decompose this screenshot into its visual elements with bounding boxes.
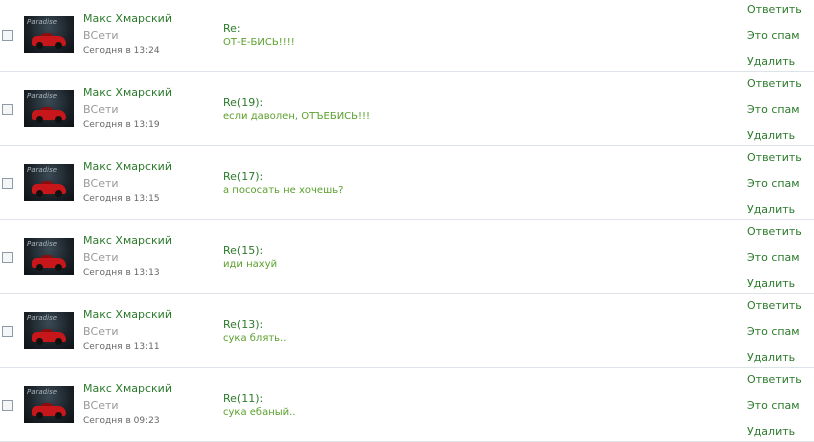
- reply-link[interactable]: Ответить: [747, 299, 802, 312]
- message-text-link[interactable]: ОТ-Е-БИСЬ!!!!: [223, 37, 295, 48]
- select-checkbox[interactable]: [2, 252, 13, 263]
- wheel-shape: [36, 264, 43, 271]
- wheel-shape: [55, 42, 62, 49]
- spam-link[interactable]: Это спам: [747, 29, 800, 42]
- message-date: Сегодня в 09:23: [83, 416, 160, 426]
- wheel-shape: [36, 116, 43, 123]
- avatar-caption: Paradise: [27, 388, 58, 396]
- online-status: ВСети: [83, 325, 119, 338]
- sender-name-link[interactable]: Макс Хмарский: [83, 382, 172, 395]
- avatar-caption: Paradise: [27, 240, 58, 248]
- message-text-link[interactable]: сука ебаный..: [223, 407, 296, 418]
- select-checkbox[interactable]: [2, 30, 13, 41]
- message-row: Paradise Макс Хмарский ВСети Сегодня в 1…: [0, 0, 814, 72]
- message-text-link[interactable]: если даволен, ОТЪЕБИСЬ!!!: [223, 111, 370, 122]
- wheel-shape: [55, 116, 62, 123]
- avatar-caption: Paradise: [27, 314, 58, 322]
- delete-link[interactable]: Удалить: [747, 351, 795, 364]
- reply-link[interactable]: Ответить: [747, 225, 802, 238]
- select-checkbox[interactable]: [2, 400, 13, 411]
- wheel-shape: [55, 338, 62, 345]
- message-subject-link[interactable]: Re(19):: [223, 96, 263, 109]
- delete-link[interactable]: Удалить: [747, 203, 795, 216]
- avatar-caption: Paradise: [27, 92, 58, 100]
- message-date: Сегодня в 13:15: [83, 194, 160, 204]
- delete-link[interactable]: Удалить: [747, 277, 795, 290]
- select-checkbox[interactable]: [2, 104, 13, 115]
- reply-link[interactable]: Ответить: [747, 373, 802, 386]
- spam-link[interactable]: Это спам: [747, 251, 800, 264]
- wheel-shape: [36, 42, 43, 49]
- delete-link[interactable]: Удалить: [747, 425, 795, 438]
- message-row: Paradise Макс Хмарский ВСети Сегодня в 1…: [0, 146, 814, 220]
- message-row: Paradise Макс Хмарский ВСети Сегодня в 1…: [0, 220, 814, 294]
- wheel-shape: [36, 412, 43, 419]
- online-status: ВСети: [83, 29, 119, 42]
- sender-name-link[interactable]: Макс Хмарский: [83, 234, 172, 247]
- message-date: Сегодня в 13:11: [83, 342, 160, 352]
- wheel-shape: [55, 264, 62, 271]
- reply-link[interactable]: Ответить: [747, 3, 802, 16]
- avatar[interactable]: Paradise: [24, 16, 74, 53]
- wheel-shape: [36, 338, 43, 345]
- reply-link[interactable]: Ответить: [747, 151, 802, 164]
- reply-link[interactable]: Ответить: [747, 77, 802, 90]
- avatar[interactable]: Paradise: [24, 164, 74, 201]
- message-text-link[interactable]: иди нахуй: [223, 259, 277, 270]
- message-row: Paradise Макс Хмарский ВСети Сегодня в 1…: [0, 72, 814, 146]
- sender-name-link[interactable]: Макс Хмарский: [83, 160, 172, 173]
- online-status: ВСети: [83, 251, 119, 264]
- delete-link[interactable]: Удалить: [747, 129, 795, 142]
- avatar[interactable]: Paradise: [24, 238, 74, 275]
- message-row: Paradise Макс Хмарский ВСети Сегодня в 1…: [0, 294, 814, 368]
- spam-link[interactable]: Это спам: [747, 177, 800, 190]
- avatar-caption: Paradise: [27, 18, 58, 26]
- delete-link[interactable]: Удалить: [747, 55, 795, 68]
- sender-name-link[interactable]: Макс Хмарский: [83, 308, 172, 321]
- message-date: Сегодня в 13:19: [83, 120, 160, 130]
- online-status: ВСети: [83, 177, 119, 190]
- message-subject-link[interactable]: Re(17):: [223, 170, 263, 183]
- message-subject-link[interactable]: Re:: [223, 22, 241, 35]
- avatar[interactable]: Paradise: [24, 90, 74, 127]
- message-row: Paradise Макс Хмарский ВСети Сегодня в 0…: [0, 368, 814, 442]
- message-subject-link[interactable]: Re(15):: [223, 244, 263, 257]
- message-date: Сегодня в 13:24: [83, 46, 160, 56]
- sender-name-link[interactable]: Макс Хмарский: [83, 12, 172, 25]
- wheel-shape: [36, 190, 43, 197]
- select-checkbox[interactable]: [2, 178, 13, 189]
- message-subject-link[interactable]: Re(13):: [223, 318, 263, 331]
- avatar-caption: Paradise: [27, 166, 58, 174]
- select-checkbox[interactable]: [2, 326, 13, 337]
- message-date: Сегодня в 13:13: [83, 268, 160, 278]
- spam-link[interactable]: Это спам: [747, 103, 800, 116]
- wheel-shape: [55, 190, 62, 197]
- message-text-link[interactable]: а пососать не хочешь?: [223, 185, 343, 196]
- avatar[interactable]: Paradise: [24, 386, 74, 423]
- spam-link[interactable]: Это спам: [747, 325, 800, 338]
- sender-name-link[interactable]: Макс Хмарский: [83, 86, 172, 99]
- spam-link[interactable]: Это спам: [747, 399, 800, 412]
- message-text-link[interactable]: сука блять..: [223, 333, 286, 344]
- message-subject-link[interactable]: Re(11):: [223, 392, 263, 405]
- wheel-shape: [55, 412, 62, 419]
- avatar[interactable]: Paradise: [24, 312, 74, 349]
- online-status: ВСети: [83, 103, 119, 116]
- online-status: ВСети: [83, 399, 119, 412]
